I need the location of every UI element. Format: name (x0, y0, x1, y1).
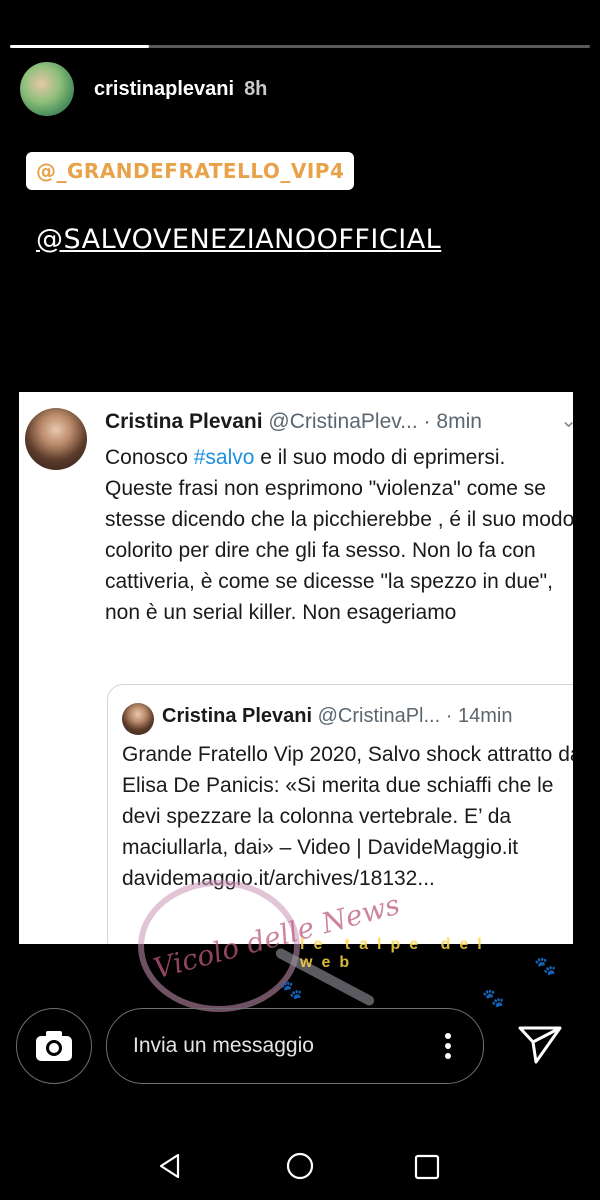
quoted-header: Cristina Plevani @CristinaPl... · 14min (162, 705, 512, 728)
watermark-magnifier-handle (274, 946, 376, 1008)
mention-salvoveneziano[interactable]: @SALVOVENEZIANOOFFICIAL (36, 224, 441, 255)
tweet-author-handle: @CristinaPlev... (268, 410, 418, 433)
story-progress-fill (10, 45, 150, 48)
mention-sticker-grandefratello[interactable]: @_GRANDEFRATELLO_VIP4 (26, 152, 355, 190)
camera-button[interactable] (16, 1008, 92, 1084)
system-navigation-bar (0, 1140, 600, 1192)
story-reply-bar: Invia un messaggio (0, 1006, 600, 1086)
chevron-down-icon: ⌄ (560, 410, 573, 432)
camera-icon (36, 1031, 72, 1061)
story-time: 8h (244, 77, 268, 100)
paw-icon: 🐾 (280, 980, 303, 1000)
tweet-avatar (25, 408, 87, 470)
tweet-header: Cristina Plevani @CristinaPlev... · 8min (105, 410, 482, 434)
tweet-separator: · (423, 410, 431, 433)
message-placeholder: Invia un messaggio (133, 1034, 314, 1057)
tweet-text-pre: Conosco (105, 446, 194, 469)
quoted-link: davidemaggio.it/archives/18132... (122, 867, 435, 890)
tweet-time: 8min (436, 410, 482, 433)
back-triangle-icon[interactable] (156, 1152, 184, 1180)
quoted-time: 14min (457, 705, 513, 727)
story-progress-bar (10, 45, 590, 48)
mention-sticker-label: @_GRANDEFRATELLO_VIP4 (36, 159, 345, 183)
quoted-text: Grande Fratello Vip 2020, Salvo shock at… (122, 743, 573, 859)
story-header: cristinaplevani 8h (20, 62, 267, 116)
more-vertical-icon[interactable] (445, 1033, 451, 1059)
tweet-body: Conosco #salvo e il suo modo di eprimers… (105, 442, 573, 628)
home-circle-icon[interactable] (286, 1152, 314, 1180)
tweet-author-name: Cristina Plevani (105, 410, 263, 433)
recent-square-icon[interactable] (414, 1154, 440, 1180)
quoted-separator: · (445, 705, 453, 727)
quoted-avatar (122, 703, 154, 735)
tweet-hashtag: #salvo (193, 446, 255, 469)
quoted-tweet: Cristina Plevani @CristinaPl... · 14min … (107, 684, 573, 944)
paw-icon: 🐾 (534, 956, 557, 976)
quoted-body: Grande Fratello Vip 2020, Salvo shock at… (122, 739, 573, 894)
send-icon[interactable] (516, 1024, 564, 1066)
tweet-screenshot: Cristina Plevani @CristinaPlev... · 8min… (19, 392, 573, 944)
avatar[interactable] (20, 62, 74, 116)
tweet-text-post: e il suo modo di eprimersi. Queste frasi… (105, 446, 573, 624)
quoted-author-handle: @CristinaPl... (317, 705, 441, 727)
quoted-author-name: Cristina Plevani (162, 705, 313, 727)
username[interactable]: cristinaplevani (94, 78, 234, 101)
message-input[interactable]: Invia un messaggio (106, 1008, 484, 1084)
